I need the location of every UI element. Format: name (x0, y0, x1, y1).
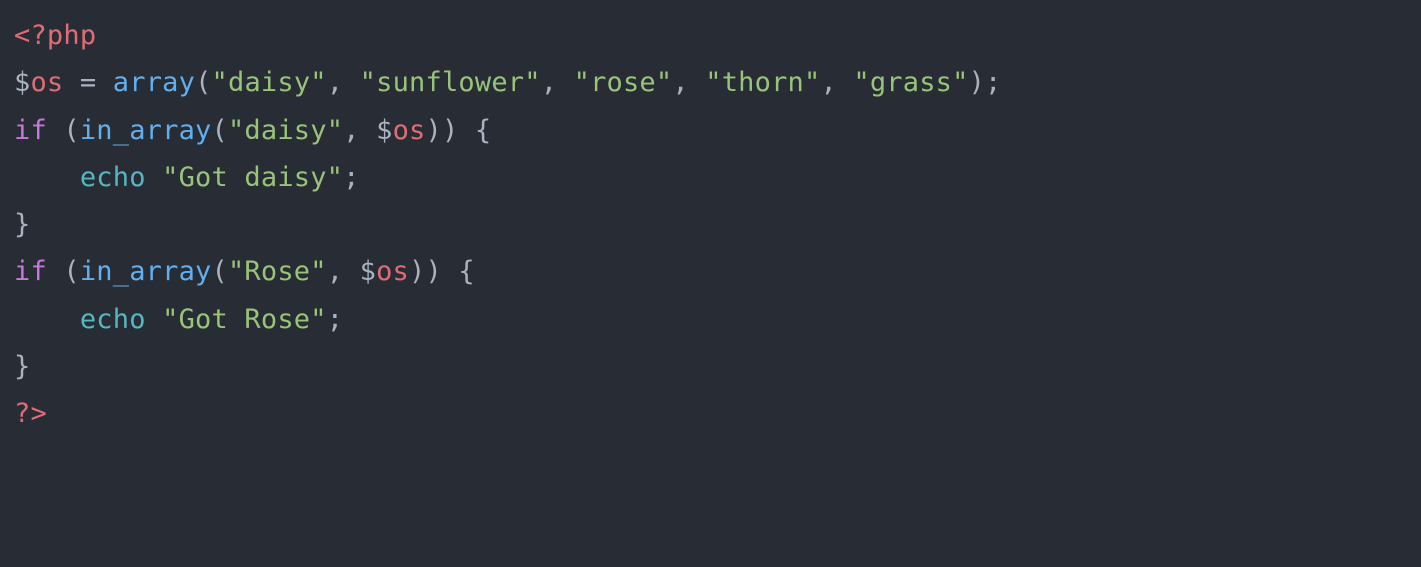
code-token: os (30, 67, 63, 98)
code-token: ( (212, 115, 228, 146)
code-token: "sunflower" (360, 67, 541, 98)
code-token: os (393, 115, 426, 146)
code-token: , (343, 115, 376, 146)
code-token: $ (14, 67, 30, 98)
code-line: } (14, 209, 30, 240)
code-token: ( (195, 67, 211, 98)
code-token: ; (327, 304, 343, 335)
code-token: )) { (409, 256, 475, 287)
code-line: } (14, 351, 30, 382)
code-token: "daisy" (228, 115, 343, 146)
code-token (96, 67, 112, 98)
code-token: in_array (80, 115, 212, 146)
code-line: echo "Got daisy"; (14, 162, 360, 193)
code-token: if (14, 256, 47, 287)
code-token: ( (47, 115, 80, 146)
code-line: ?> (14, 398, 47, 429)
code-token (146, 162, 162, 193)
code-token (146, 304, 162, 335)
code-token: , (327, 256, 360, 287)
code-token: if (14, 115, 47, 146)
code-token: in_array (80, 256, 212, 287)
code-token (63, 67, 79, 98)
code-token: = (80, 67, 96, 98)
code-token: echo (80, 162, 146, 193)
code-token: "thorn" (705, 67, 820, 98)
code-token: } (14, 351, 30, 382)
code-token (14, 304, 80, 335)
code-line: if (in_array("Rose", $os)) { (14, 256, 475, 287)
code-token: os (376, 256, 409, 287)
code-token: "Got Rose" (162, 304, 327, 335)
code-token: )) { (425, 115, 491, 146)
code-editor[interactable]: <?php $os = array("daisy", "sunflower", … (0, 0, 1421, 449)
code-token: , (327, 67, 360, 98)
code-token: ; (343, 162, 359, 193)
code-token (14, 162, 80, 193)
code-token: <?php (14, 20, 96, 51)
code-line: <?php (14, 20, 96, 51)
code-token: ); (969, 67, 1002, 98)
code-token: ( (212, 256, 228, 287)
code-token: "rose" (574, 67, 673, 98)
code-token: "Got daisy" (162, 162, 343, 193)
code-token: $ (360, 256, 376, 287)
code-line: if (in_array("daisy", $os)) { (14, 115, 491, 146)
code-token: } (14, 209, 30, 240)
code-line: echo "Got Rose"; (14, 304, 343, 335)
code-token: ?> (14, 398, 47, 429)
code-token: "Rose" (228, 256, 327, 287)
code-token: ( (47, 256, 80, 287)
code-token: , (541, 67, 574, 98)
code-token: $ (376, 115, 392, 146)
code-token: , (672, 67, 705, 98)
code-token: "grass" (853, 67, 968, 98)
code-token: array (113, 67, 195, 98)
code-token: "daisy" (212, 67, 327, 98)
code-line: $os = array("daisy", "sunflower", "rose"… (14, 67, 1002, 98)
code-token: , (820, 67, 853, 98)
code-token: echo (80, 304, 146, 335)
